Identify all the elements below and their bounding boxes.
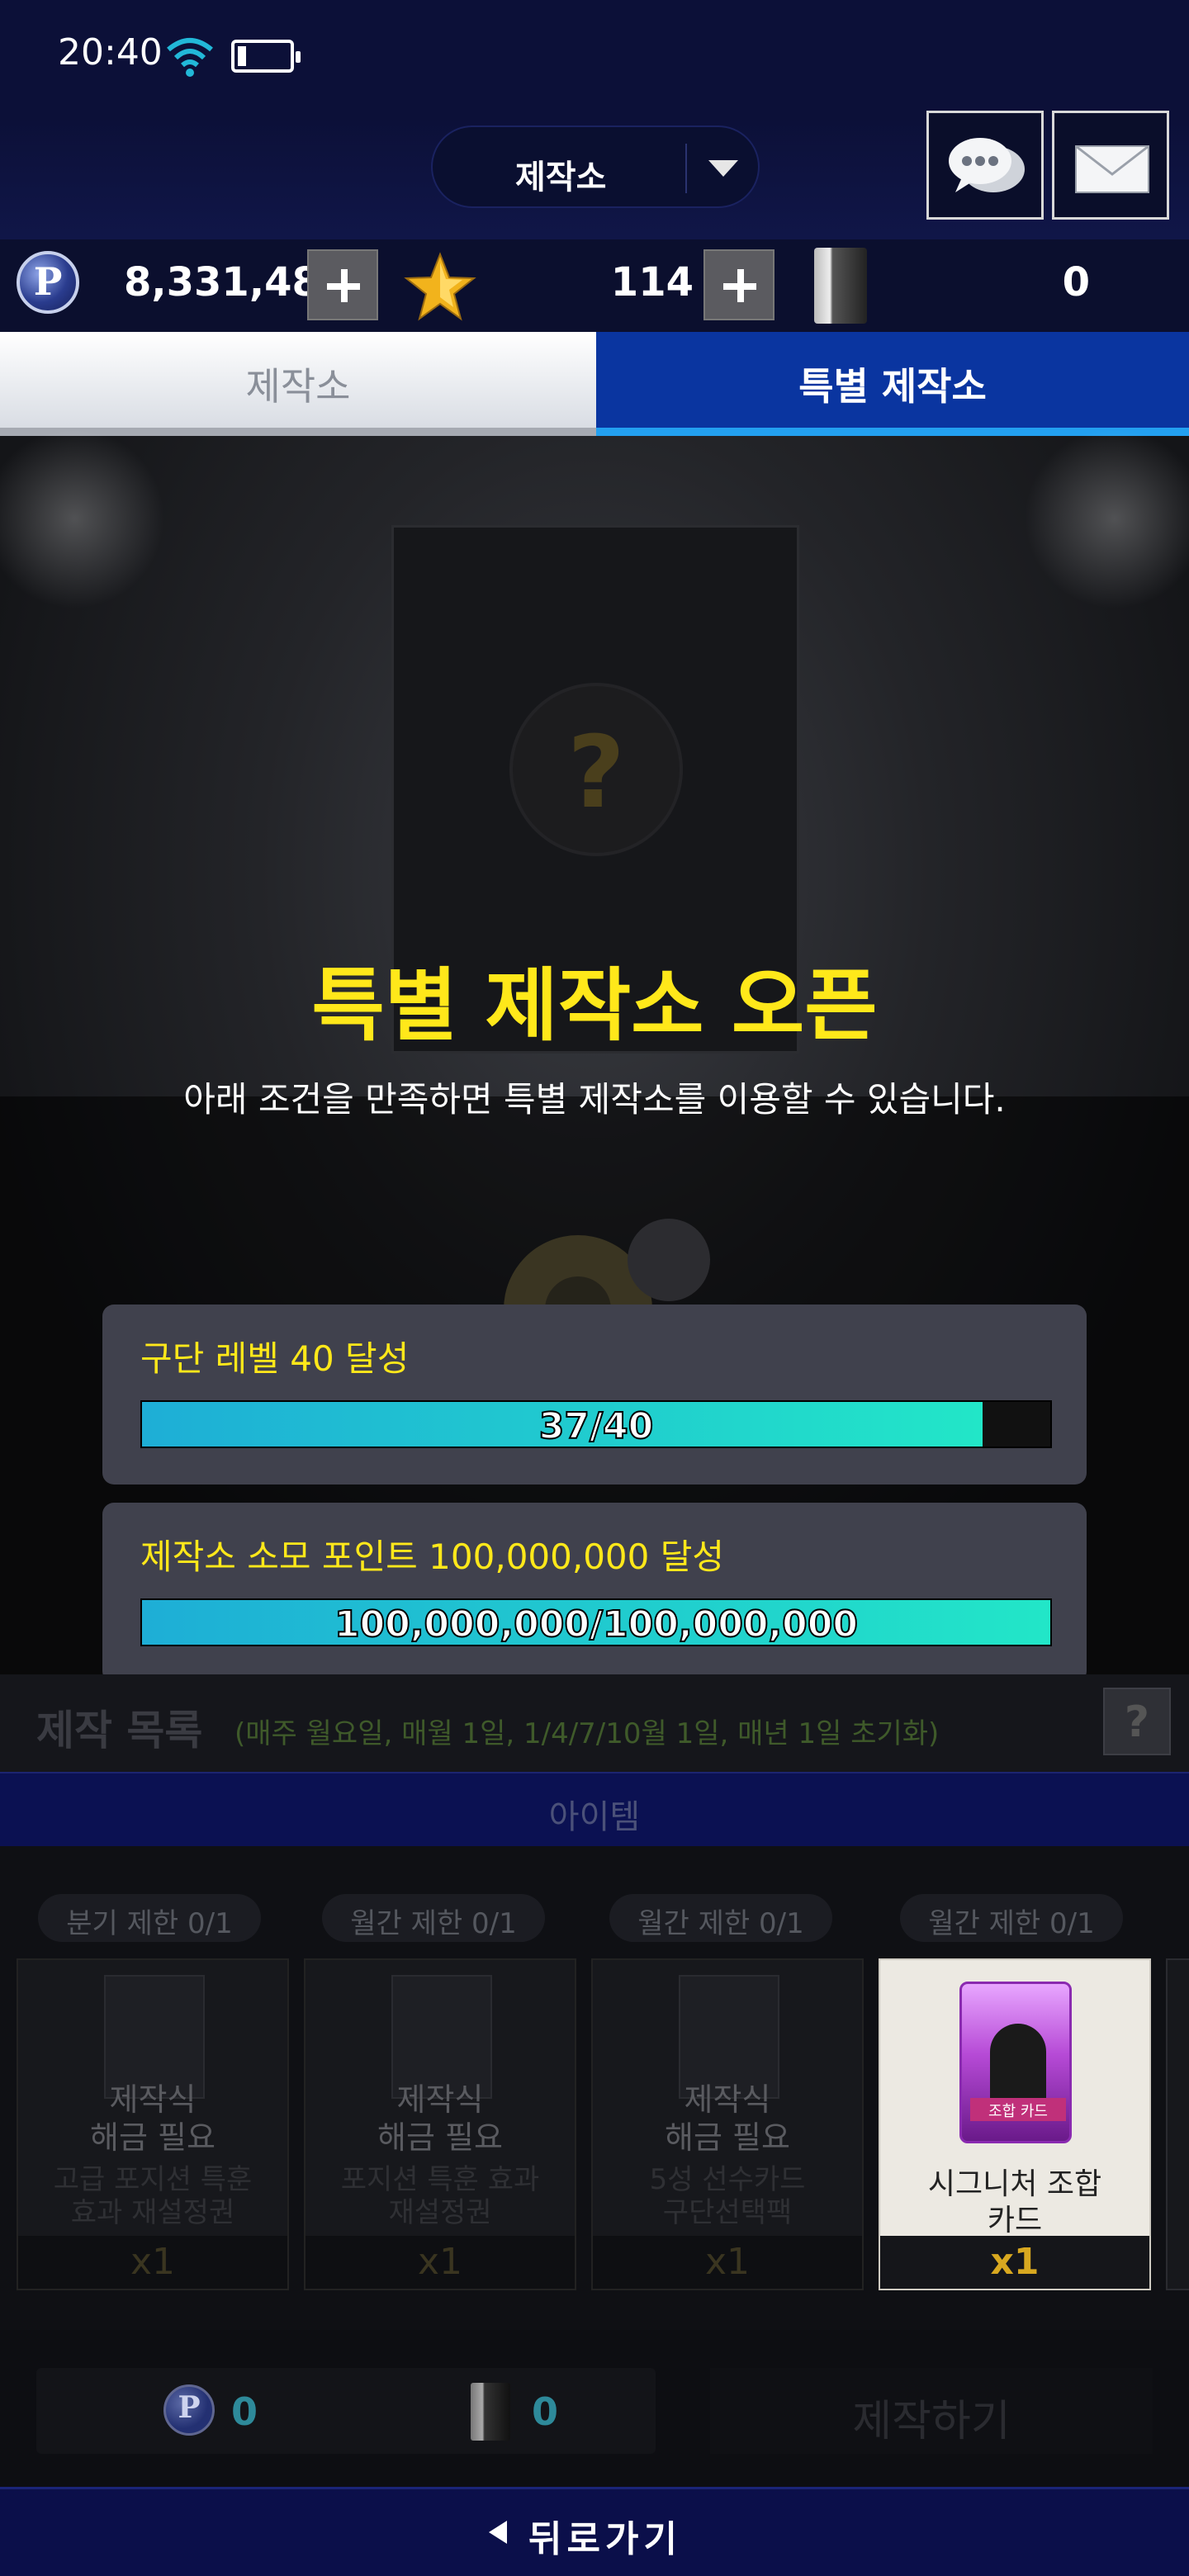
- limit-badge: 월간 제한 0/1: [609, 1894, 832, 1942]
- spotlight-right: [1024, 428, 1189, 609]
- player-silhouette-icon: [990, 2024, 1046, 2106]
- craft-list-reset-note: (매주 월요일, 매월 1일, 1/4/7/10월 1일, 매년 1일 초기화): [234, 1717, 940, 1750]
- back-button[interactable]: 뒤로가기: [0, 2487, 1189, 2576]
- item-quantity: x1: [880, 2236, 1149, 2289]
- progress-bar: 100,000,000/100,000,000: [140, 1598, 1052, 1646]
- chat-bubbles-icon: [949, 138, 1025, 192]
- item-card-locked[interactable]: 제작식 해금 필요 포지션 특훈 효과 재설정권 x1: [304, 1958, 576, 2290]
- progress-text: 100,000,000/100,000,000: [334, 1603, 859, 1646]
- special-book-icon: [471, 2383, 510, 2441]
- item-name: 고급 포지션 특훈 효과 재설정권: [53, 2163, 253, 2229]
- help-icon: ?: [1124, 1698, 1150, 1747]
- chat-button[interactable]: [926, 111, 1044, 220]
- wifi-icon: [167, 38, 213, 77]
- tab-items[interactable]: 아이템: [0, 1772, 1189, 1846]
- help-button[interactable]: ?: [1103, 1688, 1171, 1755]
- tab-workshop[interactable]: 제작소: [0, 332, 596, 436]
- books-value: 0: [1062, 259, 1090, 305]
- requirement-club-level: 구단 레벨 40 달성 37/40: [102, 1305, 1087, 1485]
- card-label: 조합 카드: [970, 2098, 1066, 2121]
- point-coin-icon: P: [163, 2384, 215, 2436]
- currency-bar: P 8,331,485 114 0: [0, 239, 1189, 332]
- signature-card-image: 조합 카드: [959, 1982, 1072, 2143]
- item-card-locked[interactable]: 제작식 해금 필요 고급 포지션 특훈 효과 재설정권 x1: [17, 1958, 289, 2290]
- requirement-workshop-points: 제작소 소모 포인트 100,000,000 달성 100,000,000/10…: [102, 1503, 1087, 1683]
- item-card-signature[interactable]: 조합 카드 시그니처 조합 카드 x1: [879, 1958, 1151, 2290]
- back-label: 뒤로가기: [528, 2518, 682, 2560]
- status-time: 20:40: [58, 31, 163, 73]
- craft-button[interactable]: 제작하기: [710, 2368, 1153, 2454]
- craft-list-header: 제작 목록 (매주 월요일, 매월 1일, 1/4/7/10월 1일, 매년 1…: [0, 1674, 1189, 1772]
- requirement-title: 제작소 소모 포인트 100,000,000 달성: [140, 1537, 724, 1577]
- envelope-icon: [1075, 144, 1149, 193]
- back-arrow-icon: [489, 2521, 507, 2544]
- limit-badge: 월간 제한 0/1: [900, 1894, 1123, 1942]
- status-bar: 20:40: [0, 0, 1189, 116]
- craft-bottom-bar: P 0 0 제작하기: [0, 2330, 1189, 2487]
- shop-tabs: 제작소 특별 제작소: [0, 332, 1189, 436]
- stars-value: 114: [610, 259, 694, 305]
- add-points-button[interactable]: [307, 249, 378, 320]
- limit-badge: 분기 제한 0/1: [38, 1894, 261, 1942]
- header: 제작소: [0, 111, 1189, 239]
- progress-text: 37/40: [538, 1404, 655, 1448]
- spotlight-left: [0, 428, 165, 609]
- battery-icon: [231, 40, 301, 73]
- cost-points: 0: [231, 2389, 258, 2434]
- progress-bar: 37/40: [140, 1400, 1052, 1448]
- star-icon: [404, 252, 476, 321]
- item-quantity: x1: [593, 2236, 862, 2289]
- points-value: 8,331,485: [124, 259, 348, 305]
- item-card-partial[interactable]: [1166, 1958, 1189, 2290]
- special-open-title: 특별 제작소 오픈: [311, 959, 878, 1052]
- cost-summary: P 0 0: [36, 2368, 656, 2454]
- special-book-icon: [814, 248, 867, 324]
- item-name: 5성 선수카드 구단선택팩: [649, 2163, 806, 2229]
- question-mark-icon: ?: [509, 683, 683, 856]
- requirement-title: 구단 레벨 40 달성: [140, 1338, 410, 1379]
- tab-items-label: 아이템: [548, 1798, 641, 1836]
- lock-label: 제작식 해금 필요: [90, 2081, 216, 2156]
- item-quantity: x1: [18, 2236, 287, 2289]
- item-card-locked[interactable]: 제작식 해금 필요 5성 선수카드 구단선택팩 x1: [591, 1958, 864, 2290]
- item-list: 분기 제한 0/1 월간 제한 0/1 월간 제한 0/1 월간 제한 0/1 …: [0, 1846, 1189, 2330]
- special-open-description: 아래 조건을 만족하면 특별 제작소를 이용할 수 있습니다.: [183, 1079, 1006, 1120]
- item-name: 포지션 특훈 효과 재설정권: [340, 2163, 540, 2229]
- lock-label: 제작식 해금 필요: [377, 2081, 503, 2156]
- tab-special-workshop[interactable]: 특별 제작소: [596, 332, 1189, 436]
- mail-button[interactable]: [1052, 111, 1169, 220]
- limit-badge: 월간 제한 0/1: [322, 1894, 545, 1942]
- divider: [685, 144, 687, 193]
- item-name: 시그니처 조합 카드: [927, 2167, 1102, 2237]
- point-coin-icon: P: [17, 251, 79, 314]
- chevron-down-icon: [708, 160, 738, 177]
- craft-list-title: 제작 목록: [36, 1707, 203, 1754]
- shop-select-dropdown[interactable]: 제작소: [431, 125, 760, 208]
- shop-select-label: 제작소: [515, 159, 607, 197]
- cost-books: 0: [532, 2389, 559, 2434]
- item-quantity: x1: [306, 2236, 575, 2289]
- add-stars-button[interactable]: [703, 249, 775, 320]
- lock-label: 제작식 해금 필요: [665, 2081, 790, 2156]
